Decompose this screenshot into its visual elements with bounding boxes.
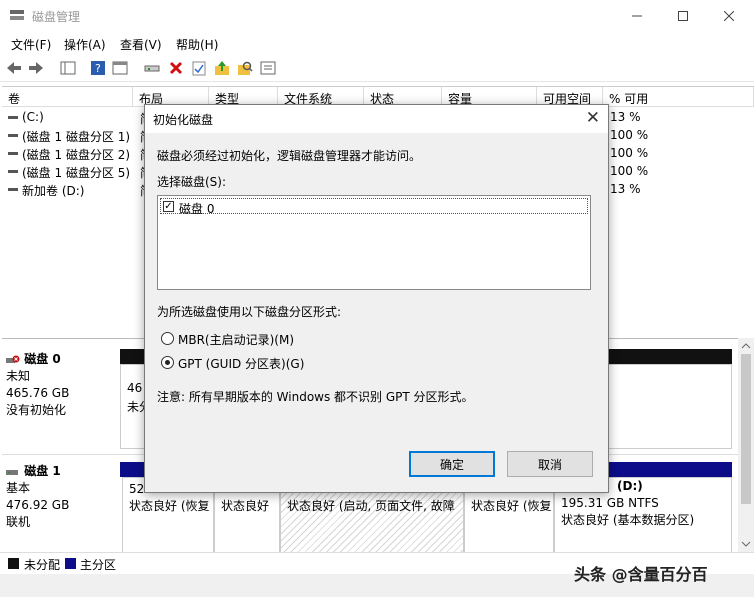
disk-1-type: 基本 bbox=[6, 481, 31, 495]
disk-management-icon bbox=[10, 10, 24, 20]
svg-text:?: ? bbox=[95, 62, 101, 75]
disk-0-info[interactable]: 磁盘 0 未知 465.76 GB 没有初始化 bbox=[6, 351, 118, 419]
minimize-icon bbox=[632, 15, 642, 17]
connect-icon bbox=[144, 65, 160, 72]
scrollbar-thumb[interactable] bbox=[741, 354, 751, 504]
menu-bar: 文件(F) 操作(A) 查看(V) 帮助(H) bbox=[0, 32, 754, 54]
volume-icon bbox=[8, 134, 18, 137]
dialog-intro: 磁盘必须经过初始化，逻辑磁盘管理器才能访问。 bbox=[157, 149, 422, 163]
cancel-button[interactable]: 取消 bbox=[507, 451, 593, 477]
vertical-scrollbar[interactable] bbox=[738, 338, 754, 552]
col-percent-free[interactable]: % 可用 bbox=[603, 87, 754, 107]
gpt-option-label[interactable]: GPT (GUID 分区表)(G) bbox=[178, 355, 304, 372]
col-volume[interactable]: 卷 bbox=[2, 87, 133, 107]
close-button[interactable] bbox=[706, 0, 752, 32]
disk-0-type: 未知 bbox=[6, 369, 31, 383]
dialog-title: 初始化磁盘 bbox=[153, 113, 214, 127]
maximize-button[interactable] bbox=[660, 0, 706, 32]
volume-icon bbox=[8, 188, 18, 191]
scroll-up-icon bbox=[741, 343, 751, 349]
volume-icon bbox=[8, 152, 18, 155]
partition-style-label: 为所选磁盘使用以下磁盘分区形式: bbox=[157, 305, 342, 319]
disk-0-name: 磁盘 0 bbox=[24, 352, 61, 366]
close-icon bbox=[724, 11, 734, 21]
dialog-titlebar: 初始化磁盘 ✕ bbox=[145, 105, 608, 133]
forward-button[interactable] bbox=[26, 58, 46, 78]
watermark: 头条 @含量百分百 bbox=[574, 565, 708, 584]
window-titlebar: 磁盘管理 bbox=[0, 0, 754, 32]
mbr-option-label[interactable]: MBR(主启动记录)(M) bbox=[178, 331, 294, 348]
connect-button[interactable] bbox=[142, 58, 162, 78]
volume-icon bbox=[8, 170, 18, 173]
scroll-down-icon bbox=[741, 541, 751, 547]
initialize-disk-dialog: 初始化磁盘 ✕ 磁盘必须经过初始化，逻辑磁盘管理器才能访问。 选择磁盘(S): … bbox=[144, 104, 609, 493]
search-icon bbox=[238, 61, 253, 75]
gpt-note: 注意: 所有早期版本的 Windows 都不识别 GPT 分区形式。 bbox=[157, 390, 474, 404]
help-icon: ? bbox=[91, 61, 105, 75]
move-up-button[interactable] bbox=[212, 58, 232, 78]
primary-swatch bbox=[65, 558, 76, 569]
select-disk-label: 选择磁盘(S): bbox=[157, 175, 227, 189]
disk-list-item-label: 磁盘 0 bbox=[179, 202, 215, 216]
folder-up-icon bbox=[215, 61, 229, 75]
ok-button[interactable]: 确定 bbox=[409, 451, 495, 477]
menu-help[interactable]: 帮助(H) bbox=[176, 36, 218, 53]
legend-unallocated: 未分配 bbox=[24, 558, 61, 572]
menu-view[interactable]: 查看(V) bbox=[120, 36, 162, 53]
dialog-close-icon[interactable]: ✕ bbox=[586, 108, 600, 128]
mbr-radio[interactable] bbox=[161, 332, 174, 345]
settings-button[interactable] bbox=[258, 58, 278, 78]
legend-primary: 主分区 bbox=[80, 558, 117, 572]
gpt-radio[interactable] bbox=[161, 356, 174, 369]
delete-button[interactable] bbox=[166, 58, 186, 78]
properties-button[interactable] bbox=[110, 58, 130, 78]
disk-1-status: 联机 bbox=[6, 515, 31, 529]
toolbar: ? bbox=[0, 54, 754, 82]
console-tree-button[interactable] bbox=[58, 58, 78, 78]
minimize-button[interactable] bbox=[614, 0, 660, 32]
disk-0-region-size: 46 bbox=[127, 381, 143, 395]
disk-0-status: 没有初始化 bbox=[6, 403, 67, 417]
disk-0-size: 465.76 GB bbox=[6, 386, 70, 400]
back-button[interactable] bbox=[4, 58, 24, 78]
back-arrow-icon bbox=[7, 62, 21, 74]
disk-1-name: 磁盘 1 bbox=[24, 464, 61, 478]
disk-error-icon bbox=[6, 355, 20, 363]
maximize-icon bbox=[678, 11, 688, 21]
menu-file[interactable]: 文件(F) bbox=[11, 36, 51, 53]
forward-arrow-icon bbox=[29, 62, 43, 74]
unallocated-swatch bbox=[8, 558, 19, 569]
disk-1-size: 476.92 GB bbox=[6, 498, 70, 512]
disk-0-checkbox[interactable]: ✓ bbox=[163, 201, 174, 212]
check-button[interactable] bbox=[189, 58, 209, 78]
list-window-icon bbox=[260, 61, 276, 75]
checklist-icon bbox=[192, 61, 206, 76]
disk-list[interactable]: ✓ 磁盘 0 bbox=[157, 195, 591, 290]
menu-action[interactable]: 操作(A) bbox=[64, 36, 106, 53]
disk-1-info[interactable]: 磁盘 1 基本 476.92 GB 联机 bbox=[6, 463, 118, 531]
panel-icon bbox=[60, 61, 76, 75]
delete-x-icon bbox=[169, 61, 183, 75]
disk-icon bbox=[6, 469, 18, 475]
window-title: 磁盘管理 bbox=[32, 10, 81, 24]
help-button[interactable]: ? bbox=[88, 58, 108, 78]
disk-list-item[interactable]: ✓ 磁盘 0 bbox=[160, 198, 588, 216]
window-icon bbox=[112, 61, 128, 75]
volume-icon bbox=[8, 116, 18, 119]
search-button[interactable] bbox=[235, 58, 255, 78]
